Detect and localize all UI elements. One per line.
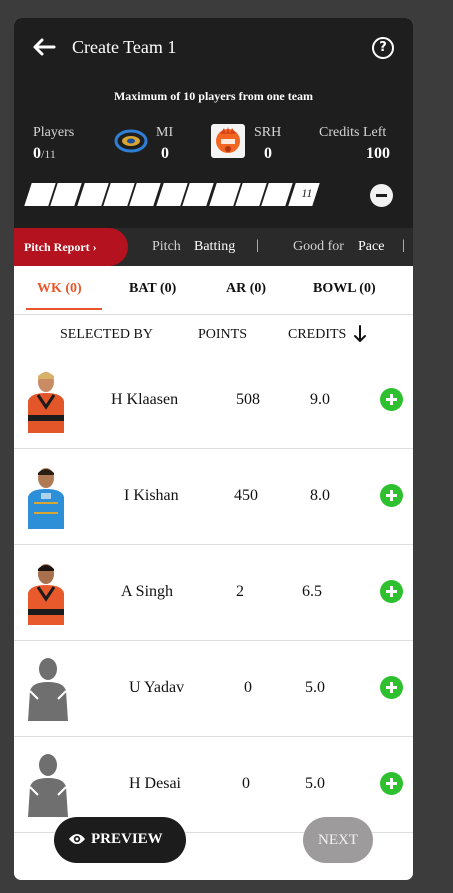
tab-bat[interactable]: BAT (0)	[129, 281, 176, 297]
sort-selected-by[interactable]: SELECTED BY	[60, 327, 153, 343]
player-name: I Kishan	[124, 487, 179, 504]
player-slot-last: 11	[287, 183, 320, 206]
tab-ar[interactable]: AR (0)	[226, 281, 266, 297]
separator: |	[256, 238, 259, 253]
preview-button[interactable]: PREVIEW	[54, 817, 186, 863]
player-row[interactable]: U Yadav 0 5.0	[14, 641, 413, 737]
player-points: 0	[244, 679, 252, 696]
add-player-icon[interactable]	[380, 676, 403, 699]
team2-name: SRH	[254, 125, 282, 140]
max-players-note: Maximum of 10 players from one team	[113, 89, 314, 103]
player-credits: 8.0	[310, 487, 330, 504]
placeholder-avatar-icon	[28, 754, 68, 817]
mi-logo-icon	[114, 129, 148, 153]
player-row[interactable]: A Singh 2 6.5	[14, 545, 413, 641]
player-slot-bar: 11	[24, 183, 320, 206]
arrow-down-icon[interactable]	[354, 325, 366, 343]
credits-left-label: Credits Left	[319, 125, 387, 140]
tab-bowl[interactable]: BOWL (0)	[313, 281, 376, 297]
team2-count: 0	[264, 145, 272, 162]
sort-points[interactable]: POINTS	[198, 327, 247, 343]
pitch-info-bar: Pitch Report › Pitch Batting | Good for …	[14, 228, 413, 266]
player-name: H Klaasen	[111, 391, 179, 408]
eye-icon	[69, 834, 85, 844]
pitch-label: Pitch	[152, 239, 181, 254]
separator: |	[402, 238, 405, 253]
sort-credits[interactable]: CREDITS	[288, 327, 346, 343]
player-credits: 6.5	[302, 583, 322, 600]
player-avatar	[28, 468, 64, 529]
player-points: 508	[236, 391, 260, 408]
add-player-icon[interactable]	[380, 388, 403, 411]
chevron-right-icon: ›	[92, 240, 97, 254]
sort-bar: SELECTED BY POINTS CREDITS	[14, 315, 413, 353]
slot-number: 11	[301, 186, 313, 200]
player-name: H Desai	[129, 775, 181, 792]
player-points: 450	[234, 487, 258, 504]
pitch-value: Batting	[194, 239, 236, 254]
team-header: Create Team 1 ? Maximum of 10 players fr…	[14, 18, 413, 228]
credits-left-value: 100	[366, 145, 390, 162]
players-label: Players	[33, 125, 75, 140]
tab-wk[interactable]: WK (0)	[37, 281, 82, 297]
back-arrow-icon[interactable]	[32, 37, 56, 57]
add-player-icon[interactable]	[380, 484, 403, 507]
help-icon[interactable]: ?	[372, 37, 394, 59]
page-title: Create Team 1	[72, 37, 177, 57]
create-team-screen: Create Team 1 ? Maximum of 10 players fr…	[14, 18, 413, 880]
player-name: U Yadav	[129, 679, 185, 696]
team1-count: 0	[161, 145, 169, 162]
player-points: 2	[236, 583, 244, 600]
preview-label: PREVIEW	[91, 831, 163, 847]
minus-icon[interactable]	[370, 184, 393, 207]
player-row[interactable]: H Klaasen 508 9.0	[14, 353, 413, 449]
player-points: 0	[242, 775, 250, 792]
role-tabs: WK (0) BAT (0) AR (0) BOWL (0)	[14, 266, 413, 315]
player-row[interactable]: I Kishan 450 8.0	[14, 449, 413, 545]
next-button[interactable]: NEXT	[303, 817, 373, 863]
player-credits: 5.0	[305, 679, 325, 696]
active-tab-indicator	[26, 308, 102, 310]
add-player-icon[interactable]	[380, 772, 403, 795]
pitch-report-label: Pitch Report	[24, 240, 90, 254]
player-avatar	[28, 372, 64, 433]
srh-logo-icon	[211, 124, 245, 158]
player-name: A Singh	[121, 583, 174, 600]
player-avatar	[28, 564, 64, 625]
good-for-label: Good for	[293, 239, 344, 254]
player-credits: 9.0	[310, 391, 330, 408]
placeholder-avatar-icon	[28, 658, 68, 721]
team1-name: MI	[156, 125, 174, 140]
player-credits: 5.0	[305, 775, 325, 792]
good-for-value: Pace	[358, 239, 385, 254]
players-count: 0/11	[33, 145, 56, 162]
pitch-report-button[interactable]: Pitch Report ›	[14, 228, 128, 266]
add-player-icon[interactable]	[380, 580, 403, 603]
